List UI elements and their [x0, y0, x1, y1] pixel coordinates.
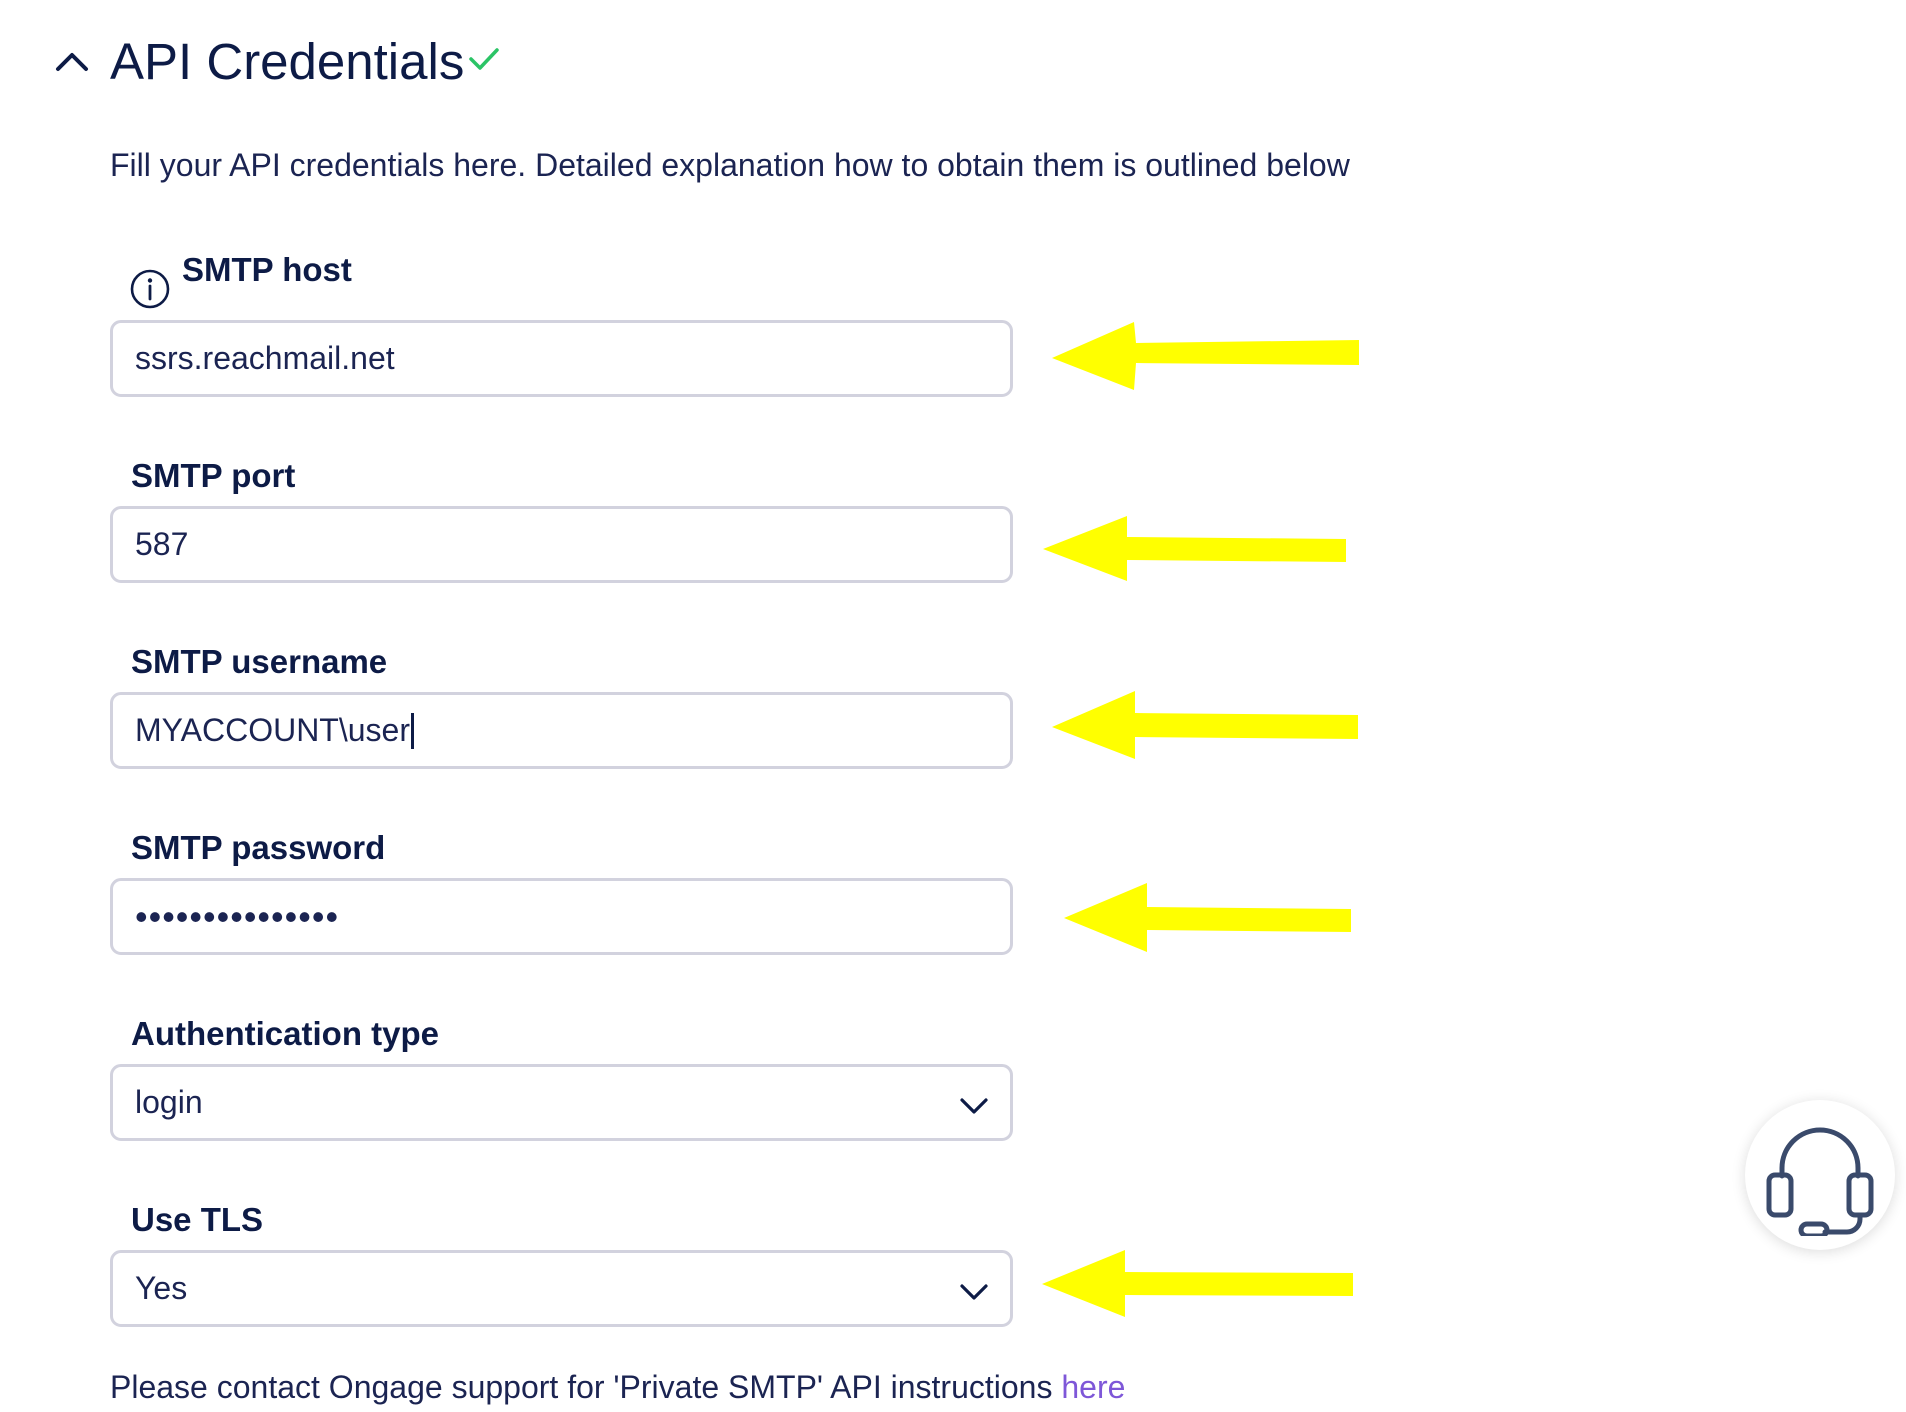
smtp-username-value-wrap: MYACCOUNT\user [135, 695, 414, 766]
smtp-host-label: SMTP host [182, 251, 352, 288]
annotation-arrow [1043, 509, 1363, 589]
check-icon [466, 44, 502, 74]
smtp-host-value: ssrs.reachmail.net [135, 340, 395, 376]
smtp-port-input[interactable]: 587 [110, 506, 1013, 583]
annotation-arrow [1064, 880, 1384, 960]
text-cursor [410, 712, 414, 749]
smtp-password-value: ••••••••••••••• [135, 896, 340, 937]
smtp-password-input[interactable]: ••••••••••••••• [110, 878, 1013, 955]
smtp-username-label: SMTP username [131, 643, 388, 680]
auth-type-label: Authentication type [131, 1015, 440, 1052]
footer-note-text: Please contact Ongage support for 'Priva… [110, 1369, 1062, 1405]
info-icon[interactable] [129, 268, 171, 310]
smtp-username-value: MYACCOUNT\user [135, 712, 410, 748]
smtp-username-input[interactable]: MYACCOUNT\user [110, 692, 1013, 769]
annotation-arrow [1052, 687, 1372, 767]
chevron-down-icon[interactable] [956, 1273, 992, 1309]
chevron-down-icon[interactable] [956, 1087, 992, 1123]
smtp-password-label: SMTP password [131, 829, 386, 866]
use-tls-label: Use TLS [131, 1201, 264, 1238]
section-description: Fill your API credentials here. Detailed… [110, 147, 1350, 183]
smtp-host-input[interactable]: ssrs.reachmail.net [110, 320, 1013, 397]
chevron-up-icon[interactable] [50, 40, 94, 84]
instructions-link[interactable]: here [1061, 1369, 1125, 1405]
use-tls-value: Yes [135, 1270, 188, 1306]
auth-type-value: login [135, 1084, 203, 1120]
annotation-arrow [1042, 1250, 1362, 1330]
section-title: API Credentials [110, 33, 465, 90]
annotation-arrow [1052, 318, 1372, 398]
headset-icon [1765, 1118, 1875, 1239]
use-tls-select[interactable]: Yes [110, 1250, 1013, 1327]
smtp-port-value: 587 [135, 526, 189, 562]
smtp-port-label: SMTP port [131, 457, 296, 494]
footer-note: Please contact Ongage support for 'Priva… [110, 1365, 1125, 1409]
auth-type-select[interactable]: login [110, 1064, 1013, 1141]
support-chat-button[interactable] [1745, 1100, 1895, 1250]
